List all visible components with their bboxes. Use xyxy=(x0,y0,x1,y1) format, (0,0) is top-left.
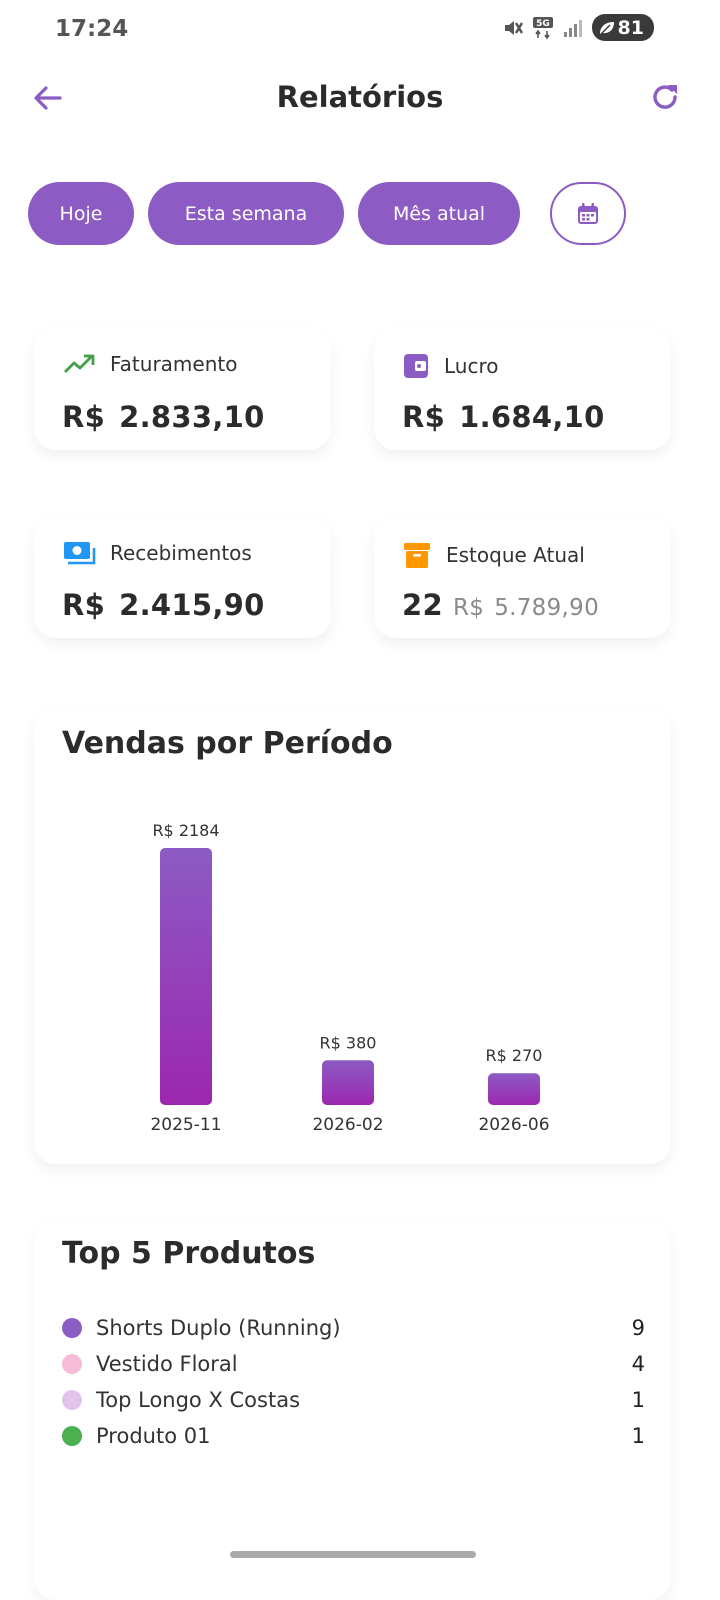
revenue-value: R$ 2.833,10 xyxy=(62,400,265,434)
profit-value: R$ 1.684,10 xyxy=(402,400,605,434)
top-products-list: Shorts Duplo (Running) 9 Vestido Floral … xyxy=(62,1310,645,1454)
receipts-amount: 2.415,90 xyxy=(119,588,265,622)
receipts-card: Recebimentos R$ 2.415,90 xyxy=(34,516,331,638)
stock-card: Estoque Atual 22 R$ 5.789,90 xyxy=(374,516,671,638)
chart-bar[interactable] xyxy=(488,1073,540,1105)
5g-icon: 5G xyxy=(532,16,554,40)
calendar-button[interactable] xyxy=(550,182,626,245)
mute-vibrate-icon xyxy=(502,17,524,39)
leaf-icon xyxy=(599,21,614,34)
revenue-currency: R$ xyxy=(62,400,106,434)
product-name: Produto 01 xyxy=(96,1424,211,1448)
x-tick-label: 2025-11 xyxy=(150,1115,221,1135)
product-color-dot xyxy=(62,1390,82,1410)
receipts-value: R$ 2.415,90 xyxy=(62,588,265,622)
status-bar: 17:24 5G 81 xyxy=(0,0,720,60)
app-header: Relatórios xyxy=(0,70,720,126)
product-row[interactable]: Vestido Floral 4 xyxy=(62,1346,645,1382)
refresh-button[interactable] xyxy=(648,80,682,114)
revenue-label: Faturamento xyxy=(110,352,238,376)
product-row[interactable]: Top Longo X Costas 1 xyxy=(62,1382,645,1418)
sales-chart-card: Vendas por Período R$ 2184 2025-11 R$ 380 2… xyxy=(34,708,671,1164)
product-qty: 9 xyxy=(631,1316,645,1340)
home-indicator[interactable] xyxy=(230,1551,476,1558)
product-name: Top Longo X Costas xyxy=(96,1388,301,1412)
filter-today-button[interactable]: Hoje xyxy=(28,182,134,245)
stock-quantity: 22 xyxy=(402,588,443,622)
product-name: Vestido Floral xyxy=(96,1352,238,1376)
filter-month-button[interactable]: Mês atual xyxy=(358,182,520,245)
sales-bar-chart: R$ 2184 2025-11 R$ 380 2026-02 R$ 270 2026-06 xyxy=(150,821,549,1135)
x-tick-label: 2026-06 xyxy=(478,1115,549,1135)
stock-value: 22 R$ 5.789,90 xyxy=(402,588,599,622)
revenue-amount: 2.833,10 xyxy=(119,400,265,434)
product-row[interactable]: Shorts Duplo (Running) 9 xyxy=(62,1310,645,1346)
product-color-dot xyxy=(62,1354,82,1374)
bar-value-label: R$ 380 xyxy=(320,1033,377,1052)
product-color-dot xyxy=(62,1426,82,1446)
profit-label: Lucro xyxy=(444,354,499,378)
stock-amount: 5.789,90 xyxy=(494,595,600,621)
bar-value-label: R$ 2184 xyxy=(152,821,219,840)
trending-up-icon xyxy=(64,354,95,373)
chart-bar[interactable] xyxy=(160,848,212,1105)
x-tick-label: 2026-02 xyxy=(312,1115,383,1135)
profit-card: Lucro R$ 1.684,10 xyxy=(374,328,671,450)
battery-icon: 81 xyxy=(591,14,654,41)
signal-icon xyxy=(562,17,584,39)
receipts-label: Recebimentos xyxy=(110,541,252,565)
product-qty: 1 xyxy=(631,1388,645,1412)
period-filters: Hoje Esta semana Mês atual xyxy=(28,182,626,245)
top-products-title: Top 5 Produtos xyxy=(62,1236,316,1271)
chart-bar[interactable] xyxy=(322,1060,374,1105)
stock-money: R$ 5.789,90 xyxy=(453,595,599,621)
status-time: 17:24 xyxy=(55,16,129,42)
wallet-icon xyxy=(404,354,428,378)
profit-currency: R$ xyxy=(402,400,446,434)
status-icons: 5G 81 xyxy=(502,14,654,41)
bar-value-label: R$ 270 xyxy=(486,1046,543,1065)
profit-amount: 1.684,10 xyxy=(459,400,605,434)
calendar-icon xyxy=(578,202,598,224)
product-qty: 4 xyxy=(631,1352,645,1376)
stock-currency: R$ xyxy=(452,595,485,621)
product-name: Shorts Duplo (Running) xyxy=(96,1316,341,1340)
receipts-currency: R$ xyxy=(62,588,106,622)
archive-icon xyxy=(404,543,430,568)
revenue-card: Faturamento R$ 2.833,10 xyxy=(34,328,331,450)
refresh-icon xyxy=(653,85,677,109)
top-products-card: Top 5 Produtos Shorts Duplo (Running) 9 … xyxy=(34,1220,671,1600)
battery-level: 81 xyxy=(617,16,644,39)
product-color-dot xyxy=(62,1318,82,1338)
filter-week-button[interactable]: Esta semana xyxy=(148,182,344,245)
stock-label: Estoque Atual xyxy=(446,543,585,567)
money-icon xyxy=(64,542,96,565)
product-row[interactable]: Produto 01 1 xyxy=(62,1418,645,1454)
network-label: 5G xyxy=(536,19,550,29)
page-title: Relatórios xyxy=(276,80,444,114)
product-qty: 1 xyxy=(631,1424,645,1448)
